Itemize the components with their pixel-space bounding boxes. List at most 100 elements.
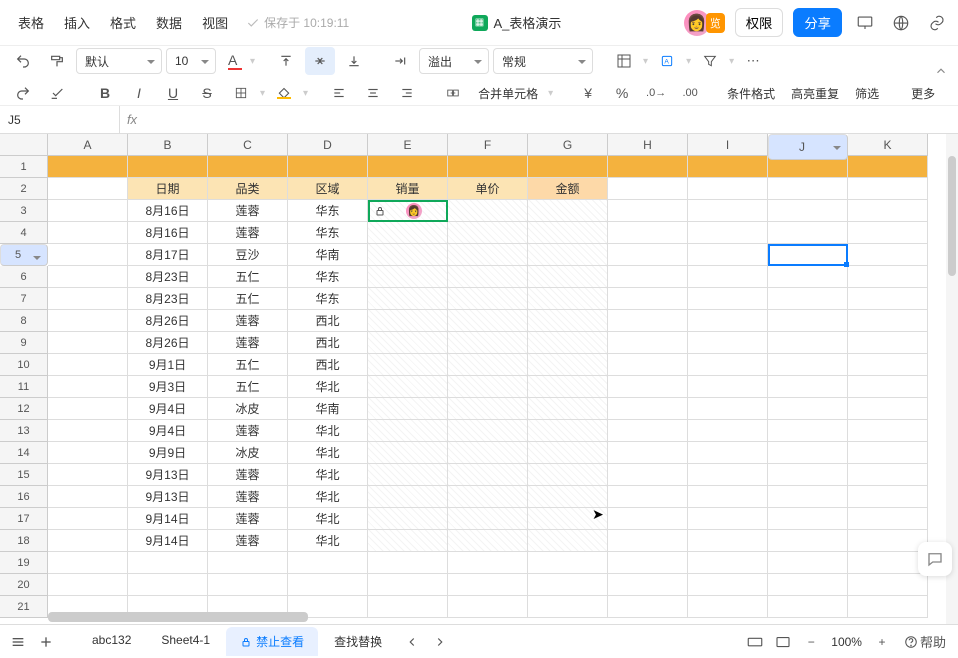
undo-button[interactable]	[8, 47, 38, 75]
cell-E5[interactable]	[368, 244, 448, 266]
cell-B5[interactable]: 8月17日	[128, 244, 208, 266]
help-button[interactable]: 帮助	[898, 630, 952, 654]
cell-F19[interactable]	[448, 552, 528, 574]
permissions-button[interactable]: 权限	[735, 8, 784, 37]
cell-I7[interactable]	[688, 288, 768, 310]
cell-H5[interactable]	[608, 244, 688, 266]
cell-G13[interactable]	[528, 420, 608, 442]
decrease-decimal-button[interactable]: .0→	[641, 79, 671, 107]
cell-C17[interactable]: 莲蓉	[208, 508, 288, 530]
merge-cells-button[interactable]: 合并单元格	[472, 85, 544, 102]
spreadsheet-grid[interactable]: ABCDEFGHIJK 1234567891011121314151617181…	[0, 134, 958, 624]
cell-E9[interactable]	[368, 332, 448, 354]
cell-H14[interactable]	[608, 442, 688, 464]
cell-C7[interactable]: 五仁	[208, 288, 288, 310]
cell-F4[interactable]	[448, 222, 528, 244]
cell-K9[interactable]	[848, 332, 928, 354]
cell-K18[interactable]	[848, 530, 928, 552]
cell-F7[interactable]	[448, 288, 528, 310]
cell-K13[interactable]	[848, 420, 928, 442]
cell-A16[interactable]	[48, 486, 128, 508]
row-header-10[interactable]: 10	[0, 354, 48, 376]
align-left-button[interactable]	[324, 79, 354, 107]
col-header-B[interactable]: B	[128, 134, 208, 156]
row-header-4[interactable]: 4	[0, 222, 48, 244]
cell-E2[interactable]: 销量	[368, 178, 448, 200]
col-header-K[interactable]: K	[848, 134, 928, 156]
cell-K5[interactable]	[848, 244, 928, 266]
cell-H6[interactable]	[608, 266, 688, 288]
conditional-format-button[interactable]: 条件格式	[721, 85, 781, 102]
add-sheet-button[interactable]	[34, 630, 58, 654]
cell-I2[interactable]	[688, 178, 768, 200]
cell-J9[interactable]	[768, 332, 848, 354]
cell-A8[interactable]	[48, 310, 128, 332]
overflow-icon[interactable]	[385, 47, 415, 75]
font-color-button[interactable]: A	[220, 47, 250, 75]
cell-I6[interactable]	[688, 266, 768, 288]
cell-A18[interactable]	[48, 530, 128, 552]
cell-F6[interactable]	[448, 266, 528, 288]
cell-K17[interactable]	[848, 508, 928, 530]
keyboard-icon[interactable]	[743, 630, 767, 654]
cell-E12[interactable]	[368, 398, 448, 420]
row-header-19[interactable]: 19	[0, 552, 48, 574]
col-header-J[interactable]: J	[768, 134, 848, 160]
row-header-12[interactable]: 12	[0, 398, 48, 420]
cell-J19[interactable]	[768, 552, 848, 574]
cell-H19[interactable]	[608, 552, 688, 574]
cell-B4[interactable]: 8月16日	[128, 222, 208, 244]
menu-表格[interactable]: 表格	[8, 7, 54, 38]
text-rotation-button[interactable]: A	[652, 47, 682, 75]
zoom-out-button[interactable]: −	[799, 630, 823, 654]
view-mode-icon[interactable]	[771, 630, 795, 654]
cell-I15[interactable]	[688, 464, 768, 486]
cell-E19[interactable]	[368, 552, 448, 574]
cell-G10[interactable]	[528, 354, 608, 376]
cell-K14[interactable]	[848, 442, 928, 464]
sheet-tab-0[interactable]: abc132	[78, 627, 145, 656]
cell-A6[interactable]	[48, 266, 128, 288]
menu-视图[interactable]: 视图	[192, 7, 238, 38]
col-header-F[interactable]: F	[448, 134, 528, 156]
cell-K21[interactable]	[848, 596, 928, 618]
cell-F15[interactable]	[448, 464, 528, 486]
freeze-button[interactable]	[609, 47, 639, 75]
cell-A9[interactable]	[48, 332, 128, 354]
row-header-14[interactable]: 14	[0, 442, 48, 464]
cell-E21[interactable]	[368, 596, 448, 618]
cell-E4[interactable]	[368, 222, 448, 244]
cell-J13[interactable]	[768, 420, 848, 442]
cell-J7[interactable]	[768, 288, 848, 310]
row-header-1[interactable]: 1	[0, 156, 48, 178]
cell-F21[interactable]	[448, 596, 528, 618]
cell-K2[interactable]	[848, 178, 928, 200]
present-icon[interactable]	[852, 10, 878, 36]
row-header-16[interactable]: 16	[0, 486, 48, 508]
row-header-18[interactable]: 18	[0, 530, 48, 552]
cell-K16[interactable]	[848, 486, 928, 508]
preview-badge[interactable]: 览	[706, 13, 725, 33]
cell-C13[interactable]: 莲蓉	[208, 420, 288, 442]
cell-H3[interactable]	[608, 200, 688, 222]
cell-K19[interactable]	[848, 552, 928, 574]
cell-A4[interactable]	[48, 222, 128, 244]
collapse-toolbar-button[interactable]	[934, 64, 948, 78]
cell-J3[interactable]	[768, 200, 848, 222]
cell-B8[interactable]: 8月26日	[128, 310, 208, 332]
cells-area[interactable]: 日期品类区域销量单价金额8月16日莲蓉华东8月16日莲蓉华东8月17日豆沙华南8…	[48, 156, 946, 624]
col-header-H[interactable]: H	[608, 134, 688, 156]
number-format-select[interactable]: 常规	[493, 48, 593, 74]
vertical-scroll-thumb[interactable]	[948, 156, 956, 276]
cell-D8[interactable]: 西北	[288, 310, 368, 332]
cell-B17[interactable]: 9月14日	[128, 508, 208, 530]
cell-H11[interactable]	[608, 376, 688, 398]
cell-J10[interactable]	[768, 354, 848, 376]
cell-G4[interactable]	[528, 222, 608, 244]
fill-color-button[interactable]	[269, 79, 299, 107]
cell-E13[interactable]	[368, 420, 448, 442]
cell-B10[interactable]: 9月1日	[128, 354, 208, 376]
row-header-15[interactable]: 15	[0, 464, 48, 486]
cell-E8[interactable]	[368, 310, 448, 332]
cell-F14[interactable]	[448, 442, 528, 464]
